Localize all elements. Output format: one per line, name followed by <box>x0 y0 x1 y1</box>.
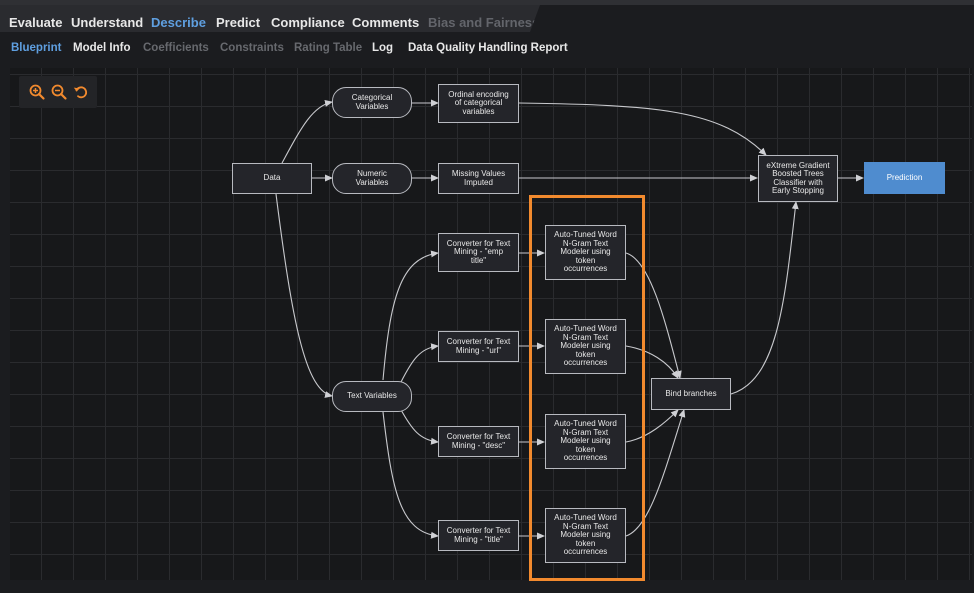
node-prediction[interactable]: Prediction <box>864 162 945 194</box>
highlight-box <box>529 195 645 581</box>
node-converter-emp-title[interactable]: Converter for Text Mining - "emp title" <box>438 233 519 272</box>
node-numeric-variables[interactable]: Numeric Variables <box>332 163 412 194</box>
node-data[interactable]: Data <box>232 163 312 194</box>
node-categorical-variables[interactable]: Categorical Variables <box>332 87 412 118</box>
node-missing-values-imputed[interactable]: Missing Values Imputed <box>438 163 519 194</box>
node-converter-title[interactable]: Converter for Text Mining - "title" <box>438 520 519 551</box>
node-converter-url[interactable]: Converter for Text Mining - "url" <box>438 331 519 362</box>
node-ordinal-encoding[interactable]: Ordinal encoding of categorical variable… <box>438 84 519 123</box>
node-converter-desc[interactable]: Converter for Text Mining - "desc" <box>438 426 519 457</box>
node-bind-branches[interactable]: Bind branches <box>651 378 731 410</box>
node-xgboost-classifier[interactable]: eXtreme Gradient Boosted Trees Classifie… <box>758 155 838 202</box>
node-text-variables[interactable]: Text Variables <box>332 381 412 412</box>
